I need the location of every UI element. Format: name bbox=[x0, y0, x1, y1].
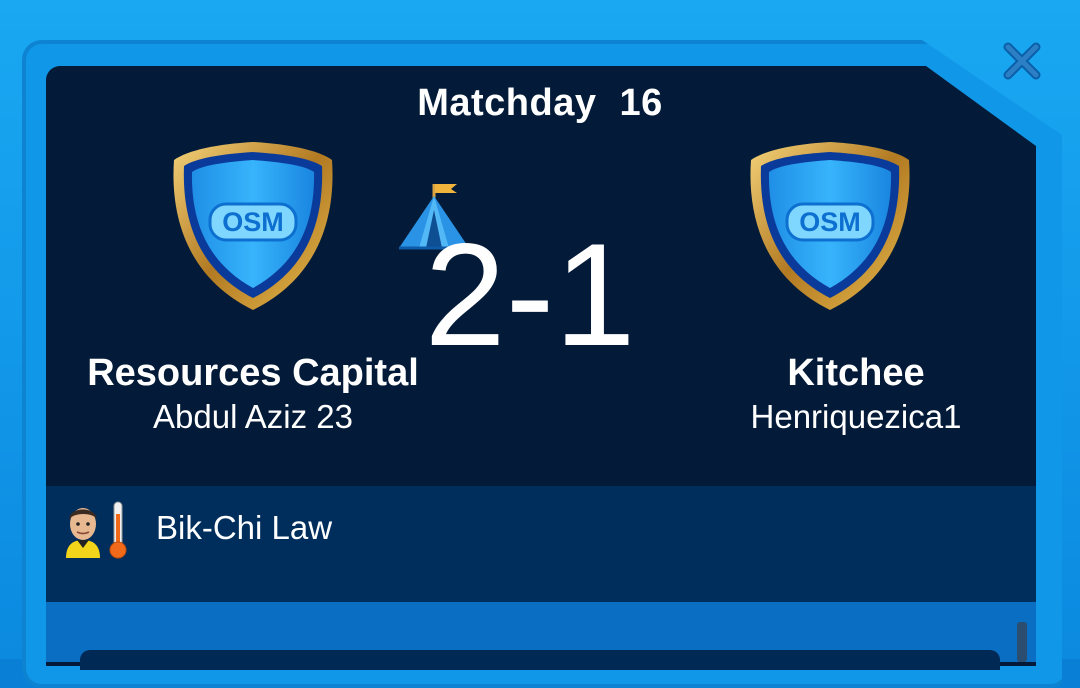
svg-text:OSM: OSM bbox=[799, 207, 861, 237]
scrollbar[interactable] bbox=[1017, 622, 1027, 662]
thermometer-icon bbox=[108, 500, 128, 560]
referee-avatar-icon bbox=[62, 500, 104, 558]
close-button[interactable] bbox=[998, 38, 1046, 84]
matchday-label: Matchday bbox=[417, 82, 597, 124]
away-team-crest[interactable]: OSM bbox=[745, 138, 915, 314]
bottom-card bbox=[80, 650, 1000, 670]
shield-icon: OSM bbox=[750, 142, 910, 310]
referee-row[interactable]: Bik-Chi Law bbox=[46, 486, 1036, 602]
referee-name: Bik-Chi Law bbox=[156, 509, 333, 546]
match-score: 2-1 bbox=[424, 213, 636, 376]
home-team-name[interactable]: Resources Capital bbox=[80, 352, 426, 395]
svg-text:OSM: OSM bbox=[222, 207, 284, 237]
away-manager-name[interactable]: Henriquezica1 bbox=[700, 398, 1012, 436]
matchday-title: Matchday 16 bbox=[0, 82, 1080, 125]
away-team-name[interactable]: Kitchee bbox=[700, 352, 1012, 395]
home-manager-name[interactable]: Abdul Aziz 23 bbox=[80, 398, 426, 436]
bottom-section bbox=[46, 602, 1036, 670]
shield-icon: OSM bbox=[173, 142, 333, 310]
close-icon bbox=[1003, 42, 1041, 80]
home-team-crest[interactable]: OSM bbox=[168, 138, 338, 314]
matchday-number: 16 bbox=[619, 82, 663, 124]
